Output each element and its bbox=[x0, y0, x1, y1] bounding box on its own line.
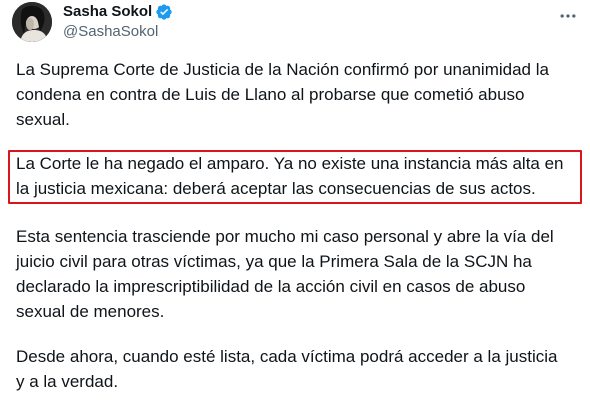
verified-badge-icon bbox=[155, 3, 173, 21]
tweet-paragraph-2-highlighted: La Corte le ha negado el amparo. Ya no e… bbox=[16, 154, 564, 198]
author-display-name[interactable]: Sasha Sokol bbox=[63, 2, 152, 22]
avatar[interactable] bbox=[12, 2, 52, 42]
tweet-paragraph-1: La Suprema Corte de Justicia de la Nació… bbox=[16, 60, 549, 129]
author-handle[interactable]: @SashaSokol bbox=[63, 22, 173, 42]
tweet-paragraph-3: Esta sentencia trasciende por mucho mi c… bbox=[16, 227, 554, 321]
tweet: Sasha Sokol @SashaSokol La Suprema Corte… bbox=[0, 0, 590, 414]
more-options-icon[interactable] bbox=[558, 6, 578, 26]
tweet-paragraph-4: Desde ahora, cuando esté lista, cada víc… bbox=[16, 347, 558, 391]
avatar-photo-icon bbox=[12, 2, 52, 42]
display-name-row: Sasha Sokol bbox=[63, 2, 173, 22]
tweet-header: Sasha Sokol @SashaSokol bbox=[63, 2, 173, 42]
